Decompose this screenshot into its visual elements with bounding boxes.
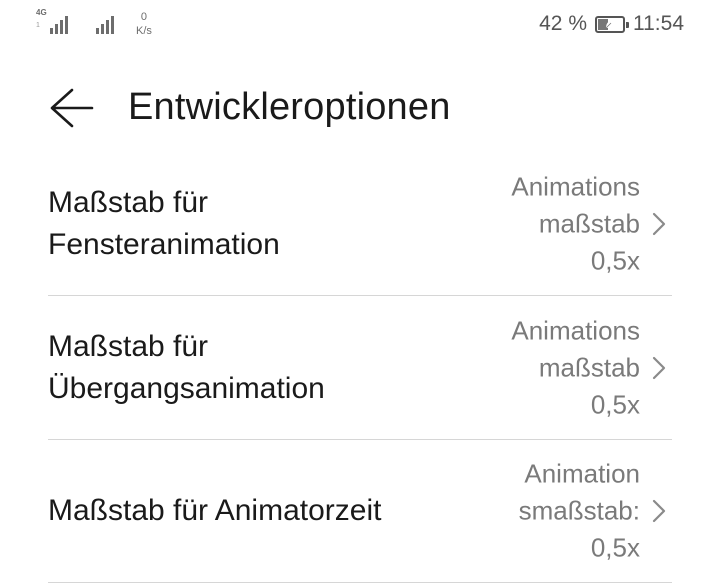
arrow-left-icon (50, 88, 94, 128)
cellular-signal-1-icon: 4G 1 (36, 8, 70, 34)
setting-value-line2: maßstab (538, 352, 640, 382)
settings-list: Maßstab für Fensteranimation Animations … (48, 152, 672, 583)
setting-value: Animations maßstab 0,5x (440, 168, 640, 279)
setting-value-line2: maßstab (538, 208, 640, 238)
setting-title-line1: Maßstab für (48, 329, 209, 363)
setting-value: Animation smaßstab: 0,5x (440, 456, 640, 567)
status-left: 4G 1 0 K/s (36, 8, 152, 38)
network-speed: 0 K/s (136, 10, 152, 38)
setting-title: Maßstab für Übergangsanimation (48, 326, 428, 410)
status-right: 42 % 11:54 (539, 12, 684, 36)
setting-value-line2: smaßstab: (518, 495, 640, 526)
setting-animator-duration-scale[interactable]: Maßstab für Animatorzeit Animation smaßs… (48, 440, 672, 583)
battery-icon (595, 15, 629, 33)
clock: 11:54 (633, 12, 684, 35)
setting-title-line1: Maßstab für Animatorzeit (48, 494, 382, 527)
chevron-right-icon (652, 356, 666, 379)
network-type-label: 4G (36, 8, 47, 17)
setting-value-line3: 0,5x (590, 532, 640, 563)
setting-value-line3: 0,5x (590, 389, 640, 419)
setting-value-line1: Animation (524, 458, 640, 489)
setting-value-line1: Animations (511, 171, 640, 201)
setting-title: Maßstab für Fensteranimation (48, 182, 428, 266)
chevron-right-icon (652, 212, 666, 235)
app-header: Entwickleroptionen (0, 62, 720, 152)
setting-value-line1: Animations (511, 315, 640, 345)
battery-percent: 42 % (539, 12, 587, 35)
setting-transition-animation-scale[interactable]: Maßstab für Übergangsanimation Animation… (48, 296, 672, 440)
chevron-right-icon (652, 499, 666, 523)
status-bar: 4G 1 0 K/s 42 % 11:54 (0, 0, 720, 48)
power-saving-leaf-icon (605, 19, 614, 28)
network-speed-unit: K/s (136, 25, 152, 37)
cellular-signal-2-icon (96, 10, 122, 34)
back-button[interactable] (42, 80, 102, 136)
setting-title-line2: Übergangsanimation (48, 371, 325, 405)
setting-title: Maßstab für Animatorzeit (48, 490, 428, 532)
setting-title-line2: Fensteranimation (48, 227, 280, 261)
sim-slot-label: 1 (36, 22, 40, 29)
setting-value-line3: 0,5x (590, 245, 640, 275)
page-title: Entwickleroptionen (128, 86, 451, 128)
setting-title-line1: Maßstab für (48, 185, 209, 219)
setting-window-animation-scale[interactable]: Maßstab für Fensteranimation Animations … (48, 152, 672, 296)
setting-value: Animations maßstab 0,5x (440, 312, 640, 423)
network-speed-value: 0 (140, 11, 148, 23)
